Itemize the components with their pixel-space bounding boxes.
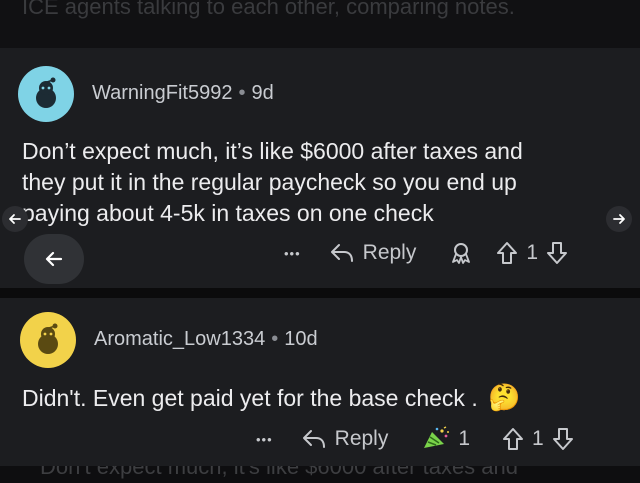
snoo-avatar-icon <box>38 323 58 354</box>
reply-label: Reply <box>334 427 389 450</box>
carousel-next-arrow[interactable] <box>606 206 632 232</box>
reply-label: Reply <box>362 241 417 264</box>
comment-text: Didn't. Even get paid yet for the base c… <box>22 385 478 411</box>
comment-meta: WarningFit5992 • 9d <box>92 82 274 105</box>
award-button[interactable]: 1 <box>420 426 470 452</box>
upvote-arrow-icon <box>497 242 518 264</box>
more-options-button[interactable]: ••• <box>284 246 301 261</box>
downvote-arrow-icon <box>552 428 573 450</box>
comment-actions: ••• Reply 1 1 <box>256 426 574 452</box>
carousel-prev-arrow[interactable] <box>2 206 28 232</box>
downvote-button[interactable] <box>552 427 574 451</box>
username[interactable]: WarningFit5992 <box>92 82 232 104</box>
comment-age: 9d <box>251 82 274 104</box>
comment-line: they put it in the regular paycheck so y… <box>22 169 517 195</box>
downvote-arrow-icon <box>547 242 568 264</box>
thinking-face-emoji-icon: 🤔 <box>488 382 521 412</box>
avatar[interactable] <box>20 312 76 368</box>
comment-body: Don’t expect much, it’s like $6000 after… <box>22 136 523 229</box>
party-award-icon <box>424 426 450 448</box>
downvote-button[interactable] <box>546 241 568 265</box>
award-icon <box>452 243 471 264</box>
reply-button[interactable]: Reply <box>301 427 389 451</box>
vote-count: 1 <box>532 427 544 450</box>
background-body-text: Don't expect much, it's like $6000 after… <box>40 466 518 479</box>
reply-button[interactable]: Reply <box>329 241 417 265</box>
upvote-button[interactable] <box>502 427 524 451</box>
background-post-text: Don't expect much, it's like $6000 after… <box>0 466 640 483</box>
background-title-text: ICE agents talking to each other, compar… <box>22 0 515 19</box>
comment-line: Don’t expect much, it’s like $6000 after… <box>22 138 523 164</box>
award-button[interactable] <box>448 240 474 266</box>
reply-arrow-icon <box>302 430 325 448</box>
more-options-button[interactable]: ••• <box>256 432 273 447</box>
upvote-arrow-icon <box>503 428 524 450</box>
snoo-avatar-icon <box>36 77 56 108</box>
comment-age: 10d <box>284 328 318 350</box>
divider <box>0 288 640 298</box>
arrow-right-icon <box>613 214 625 224</box>
comment-meta: Aromatic_Low1334 • 10d <box>94 328 318 351</box>
comment-card: Aromatic_Low1334 • 10d Didn't. Even get pa… <box>0 298 640 466</box>
arrow-left-icon <box>9 214 21 224</box>
back-button[interactable] <box>24 234 84 284</box>
award-count: 1 <box>458 427 471 450</box>
meta-separator: • <box>271 328 279 350</box>
reply-arrow-icon <box>330 244 353 262</box>
arrow-left-icon <box>45 251 63 267</box>
comment-actions: ••• Reply 1 <box>284 240 568 266</box>
upvote-button[interactable] <box>496 241 518 265</box>
avatar[interactable] <box>18 66 74 122</box>
comment-card: WarningFit5992 • 9d Don’t expect much, it’… <box>0 48 640 288</box>
vote-count: 1 <box>526 241 539 264</box>
username[interactable]: Aromatic_Low1334 <box>94 328 265 350</box>
background-post-title: ICE agents talking to each other, compar… <box>0 0 640 48</box>
comment-line: paying about 4-5k in taxes on one check <box>22 200 434 226</box>
comment-body: Didn't. Even get paid yet for the base c… <box>22 382 520 414</box>
meta-separator: • <box>238 82 246 104</box>
